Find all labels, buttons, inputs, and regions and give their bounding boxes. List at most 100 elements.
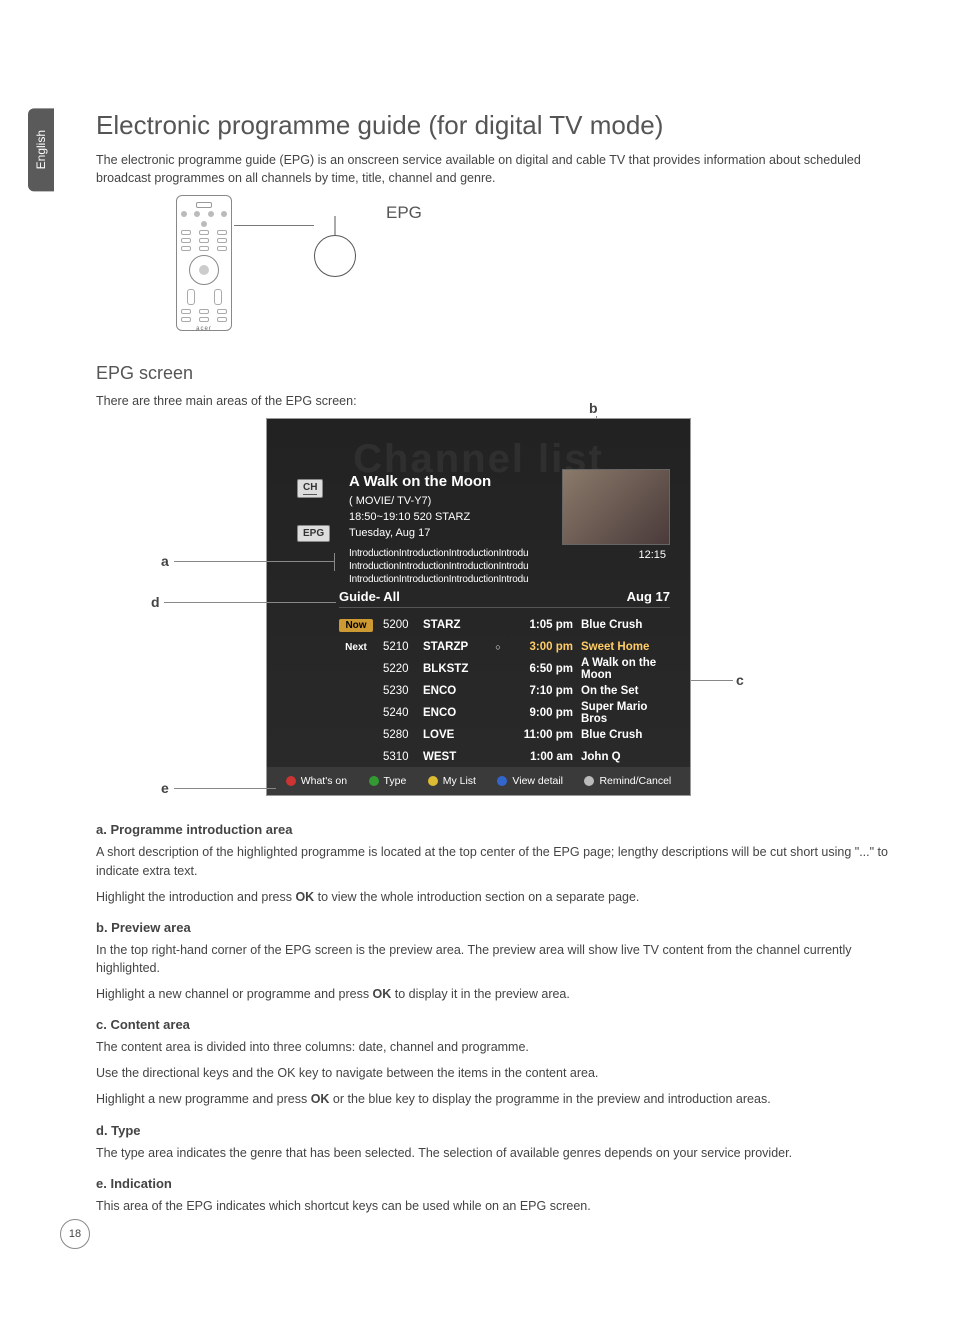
tag-spacer xyxy=(339,690,373,692)
guide-date: Aug 17 xyxy=(627,589,670,604)
callout-line-a xyxy=(174,561,334,562)
yellow-dot-icon xyxy=(428,776,438,786)
channel-name: WEST xyxy=(423,751,493,763)
programme-time: 1:00 am xyxy=(503,751,573,763)
programme-time: 1:05 pm xyxy=(503,619,573,631)
channel-number: 5240 xyxy=(383,707,423,719)
epg-screen-heading: EPG screen xyxy=(96,363,896,384)
meta-date: Tuesday, Aug 17 xyxy=(349,526,470,542)
guide-header: Guide- All Aug 17 xyxy=(339,589,670,608)
section-e-p1: This area of the EPG indicates which sho… xyxy=(96,1197,896,1215)
guide-row: 5230ENCO7:10 pmOn the Set xyxy=(339,680,670,702)
section-c-p1: The content area is divided into three c… xyxy=(96,1038,896,1056)
footer-whatson-label: What's on xyxy=(301,775,347,787)
callout-line-c xyxy=(691,680,733,681)
intro-paragraph: The electronic programme guide (EPG) is … xyxy=(96,151,896,187)
ok-key: OK xyxy=(373,987,392,1001)
epg-screen-text: There are three main areas of the EPG sc… xyxy=(96,392,896,410)
next-tag: Next xyxy=(339,641,373,654)
section-d-p1: The type area indicates the genre that h… xyxy=(96,1144,896,1162)
remote-figure: acer EPG xyxy=(176,195,896,345)
programme-name: On the Set xyxy=(581,685,670,697)
epg-label: EPG xyxy=(386,203,422,223)
callout-b: b xyxy=(589,400,598,416)
programme-time: 3:00 pm xyxy=(503,641,573,653)
epg-circle xyxy=(314,235,356,277)
section-b-heading: b. Preview area xyxy=(96,920,896,935)
footer-type: Type xyxy=(369,775,407,787)
programme-title: A Walk on the Moon xyxy=(349,473,491,490)
section-c-p3: Highlight a new programme and press OK o… xyxy=(96,1090,896,1108)
tag-spacer xyxy=(339,668,373,670)
leader-line xyxy=(234,225,314,226)
callout-line-d xyxy=(164,602,336,603)
guide-row: 5240ENCO 9:00 pm Super Mario Bros xyxy=(339,702,670,724)
programme-time: 9:00 pm xyxy=(503,707,573,719)
channel-number: 5280 xyxy=(383,729,423,741)
reminder-mark: ○ xyxy=(493,642,503,652)
meta-time-channel: 18:50~19:10 520 STARZ xyxy=(349,510,470,526)
chip-epg: EPG xyxy=(297,525,330,542)
section-a-p2: Highlight the introduction and press OK … xyxy=(96,888,896,906)
programme-intro: IntroductionIntroductionIntroductionIntr… xyxy=(349,547,528,586)
clock-time: 12:15 xyxy=(638,549,666,561)
programme-meta: ( MOVIE/ TV-Y7) 18:50~19:10 520 STARZ Tu… xyxy=(349,494,470,542)
ok-key: OK xyxy=(311,1092,330,1106)
now-tag: Now xyxy=(339,619,373,632)
guide-title: Guide- All xyxy=(339,589,400,604)
footer-mylist: My List xyxy=(428,775,476,787)
section-e-heading: e. Indication xyxy=(96,1176,896,1191)
tag-spacer xyxy=(339,712,373,714)
programme-name: Blue Crush xyxy=(581,619,670,631)
footer-remind-label: Remind/Cancel xyxy=(599,775,671,787)
red-dot-icon xyxy=(286,776,296,786)
epg-footer: What's on Type My List View detail Remin… xyxy=(267,767,690,795)
footer-viewdetail: View detail xyxy=(497,775,563,787)
text: to display it in the preview area. xyxy=(391,987,570,1001)
callout-a: a xyxy=(161,553,169,569)
section-c-p2: Use the directional keys and the OK key … xyxy=(96,1064,896,1082)
guide-row: Now5200STARZ1:05 pmBlue Crush xyxy=(339,614,670,636)
preview-thumbnail xyxy=(562,469,670,545)
language-tab: English xyxy=(28,108,54,191)
programme-name: Blue Crush xyxy=(581,729,670,741)
tag-spacer xyxy=(339,756,373,758)
page-content: Electronic programme guide (for digital … xyxy=(96,110,896,1223)
page-number: 18 xyxy=(60,1219,90,1249)
section-a-heading: a. Programme introduction area xyxy=(96,822,896,837)
callout-d: d xyxy=(151,594,160,610)
channel-number: 5310 xyxy=(383,751,423,763)
callout-c: c xyxy=(736,672,744,688)
section-c-heading: c. Content area xyxy=(96,1017,896,1032)
text: or the blue key to display the programme… xyxy=(329,1092,770,1106)
epg-screenshot: Channel list CH EPG A Walk on the Moon (… xyxy=(266,418,691,796)
guide-row: Next5210STARZP○3:00 pmSweet Home xyxy=(339,636,670,658)
meta-rating: ( MOVIE/ TV-Y7) xyxy=(349,494,470,510)
epg-screenshot-wrap: b Channel list CH EPG A Walk on the Moon… xyxy=(96,418,896,808)
chip-ch: CH xyxy=(297,479,323,498)
programme-time: 11:00 pm xyxy=(503,729,573,741)
text: Highlight the introduction and press xyxy=(96,890,295,904)
programme-name: Super Mario Bros xyxy=(581,701,670,725)
channel-name: BLKSTZ xyxy=(423,663,493,675)
guide-body: Now5200STARZ1:05 pmBlue CrushNext5210STA… xyxy=(339,614,670,768)
programme-name: John Q xyxy=(581,751,670,763)
tag-spacer xyxy=(339,734,373,736)
guide-row: 5220BLKSTZ6:50 pmA Walk on the Moon xyxy=(339,658,670,680)
programme-time: 6:50 pm xyxy=(503,663,573,675)
channel-number: 5200 xyxy=(383,619,423,631)
remote-brand: acer xyxy=(196,326,212,332)
section-d-heading: d. Type xyxy=(96,1123,896,1138)
footer-viewdetail-label: View detail xyxy=(512,775,563,787)
ok-dot-icon xyxy=(584,776,594,786)
channel-name: STARZP xyxy=(423,641,493,653)
channel-number: 5220 xyxy=(383,663,423,675)
channel-name: ENCO xyxy=(423,707,493,719)
footer-remind: Remind/Cancel xyxy=(584,775,671,787)
guide-row: 5310WEST 1:00 am John Q xyxy=(339,746,670,768)
channel-name: ENCO xyxy=(423,685,493,697)
footer-mylist-label: My List xyxy=(443,775,476,787)
green-dot-icon xyxy=(369,776,379,786)
remote-illustration: acer xyxy=(176,195,232,331)
text: to view the whole introduction section o… xyxy=(314,890,639,904)
